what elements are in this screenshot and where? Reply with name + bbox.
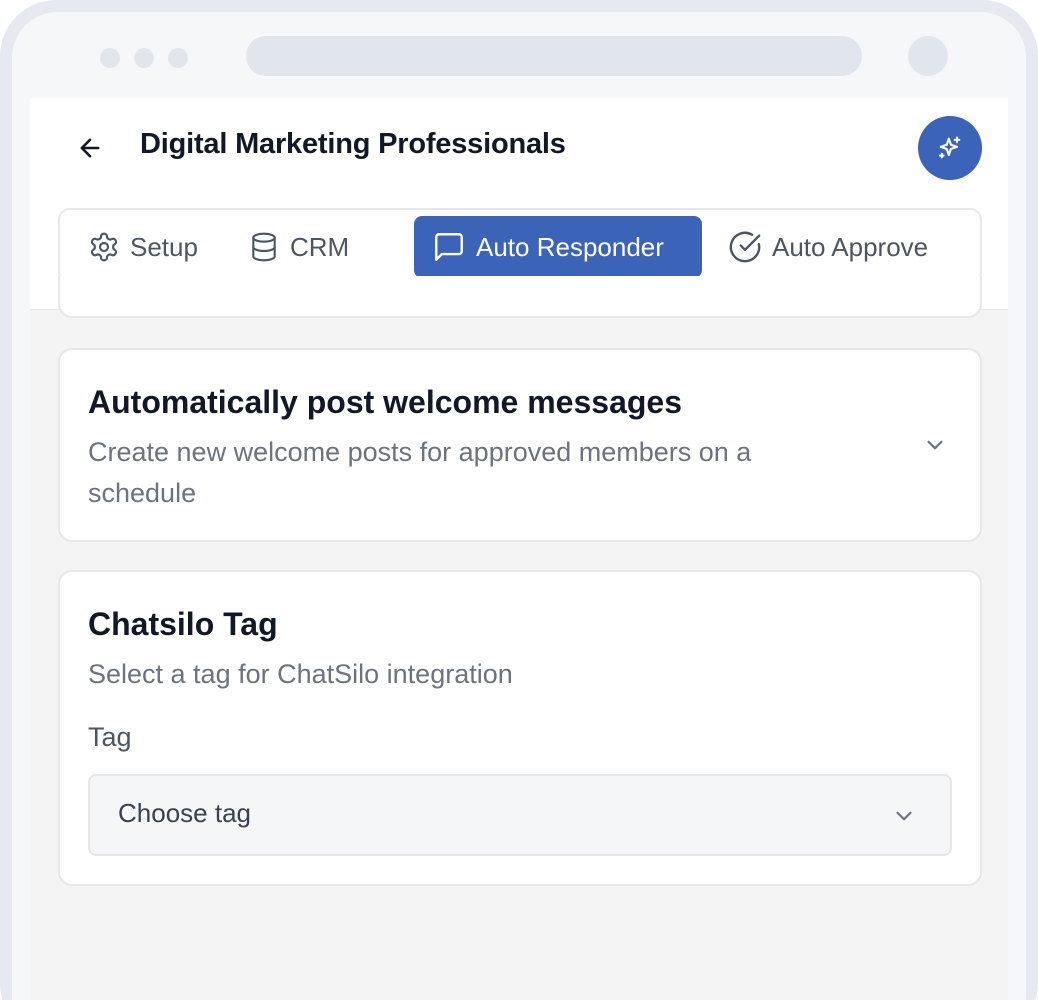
tab-setup-label: Setup <box>130 231 198 262</box>
page-title: Digital Marketing Professionals <box>140 128 566 160</box>
previous-section-card <box>58 276 982 318</box>
select-chevron <box>890 802 918 830</box>
tab-auto-approve-label: Auto Approve <box>772 231 929 262</box>
tab-setup[interactable]: Setup <box>78 216 208 278</box>
browser-toolbar <box>12 12 1026 98</box>
window-dot <box>100 48 120 68</box>
tag-field-label: Tag <box>88 722 132 752</box>
expand-toggle[interactable] <box>920 430 950 460</box>
welcome-section-description: Create new welcome posts for approved me… <box>88 437 752 508</box>
profile-avatar[interactable] <box>908 36 948 76</box>
chatsilo-section-description: Select a tag for ChatSilo integration <box>88 659 513 689</box>
database-icon <box>252 232 276 262</box>
back-button[interactable] <box>74 132 106 164</box>
tag-select[interactable]: Choose tag <box>88 774 952 856</box>
welcome-section-title: Automatically post welcome messages <box>88 384 682 420</box>
welcome-messages-card[interactable]: Automatically post welcome messages Crea… <box>58 348 982 542</box>
tab-auto-approve[interactable]: Auto Approve <box>718 216 938 278</box>
ai-assistant-button[interactable] <box>918 116 982 180</box>
chevron-down-icon <box>927 440 943 450</box>
tab-auto-responder[interactable]: Auto Responder <box>414 216 702 278</box>
window-dot <box>168 48 188 68</box>
arrow-left-icon <box>80 138 100 158</box>
chevron-down-icon <box>896 811 912 821</box>
tab-auto-responder-label: Auto Responder <box>476 231 664 262</box>
app-screen: Digital Marketing Professionals Setup CR… <box>30 98 1008 1000</box>
message-square-icon <box>435 233 463 261</box>
check-circle-icon <box>729 231 761 263</box>
address-bar[interactable] <box>246 36 862 76</box>
sparkles-icon <box>939 136 961 159</box>
tab-crm[interactable]: CRM <box>238 216 359 278</box>
tag-select-value: Choose tag <box>118 798 251 828</box>
chatsilo-section-title: Chatsilo Tag <box>88 606 278 642</box>
tab-crm-label: CRM <box>290 231 350 262</box>
tab-bar: Setup CRM Auto Responder Auto Approve <box>58 208 982 284</box>
chatsilo-tag-card: Chatsilo Tag Select a tag for ChatSilo i… <box>58 570 982 886</box>
window-dot <box>134 48 154 68</box>
gear-icon <box>90 232 118 262</box>
